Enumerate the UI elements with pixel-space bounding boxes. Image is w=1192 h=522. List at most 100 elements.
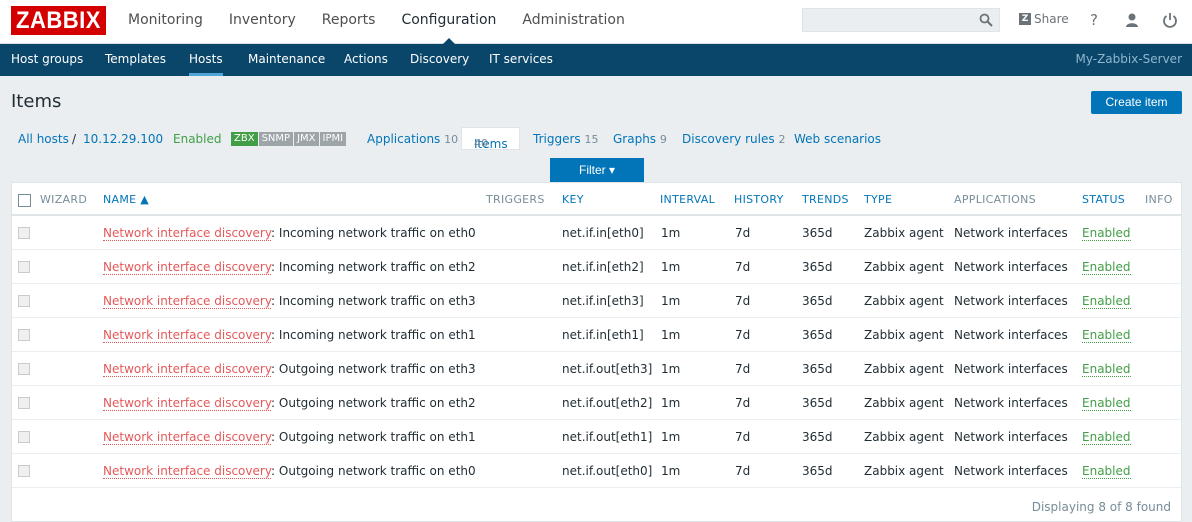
item-name-link[interactable]: : Incoming network traffic on eth0 xyxy=(271,226,476,240)
sub-nav-maintenance[interactable]: Maintenance xyxy=(248,44,325,76)
discovery-rule-link[interactable]: Network interface discovery xyxy=(103,260,272,275)
row-checkbox[interactable] xyxy=(18,261,30,273)
row-checkbox[interactable] xyxy=(18,295,30,307)
share-link[interactable]: Z Share xyxy=(1019,12,1069,26)
tab-triggers[interactable]: Triggers 15 xyxy=(533,132,598,146)
col-status[interactable]: STATUS xyxy=(1082,193,1125,206)
share-label: Share xyxy=(1034,12,1069,26)
sub-nav-host-groups[interactable]: Host groups xyxy=(11,44,83,76)
item-name-cell: Network interface discovery: Incoming ne… xyxy=(103,294,476,309)
search-icon[interactable] xyxy=(979,13,993,27)
item-history: 7d xyxy=(735,226,751,240)
item-interval: 1m xyxy=(661,362,681,376)
main-nav-administration[interactable]: Administration xyxy=(512,0,634,44)
item-status-link[interactable]: Enabled xyxy=(1082,260,1131,275)
select-all-checkbox[interactable] xyxy=(18,194,31,207)
item-interval: 1m xyxy=(661,328,681,342)
discovery-rule-link[interactable]: Network interface discovery xyxy=(103,362,272,377)
breadcrumb-separator: / xyxy=(72,132,77,146)
item-history: 7d xyxy=(735,260,751,274)
item-name-cell: Network interface discovery: Incoming ne… xyxy=(103,328,476,343)
tab-items[interactable]: Items 40 xyxy=(461,127,520,151)
row-checkbox[interactable] xyxy=(18,465,30,477)
main-nav-inventory[interactable]: Inventory xyxy=(219,0,306,44)
sub-nav-discovery[interactable]: Discovery xyxy=(410,44,469,76)
item-status-link[interactable]: Enabled xyxy=(1082,396,1131,411)
main-nav-monitoring[interactable]: Monitoring xyxy=(118,0,213,44)
tab-web-scenarios[interactable]: Web scenarios xyxy=(794,132,881,146)
row-checkbox[interactable] xyxy=(18,397,30,409)
item-applications: Network interfaces xyxy=(954,430,1068,444)
item-interval: 1m xyxy=(661,396,681,410)
item-name-link[interactable]: : Incoming network traffic on eth1 xyxy=(271,328,476,342)
item-name-link[interactable]: : Incoming network traffic on eth2 xyxy=(271,260,476,274)
host-status-link[interactable]: Enabled xyxy=(173,132,222,146)
col-type[interactable]: TYPE xyxy=(864,193,892,206)
table-row: Network interface discovery: Incoming ne… xyxy=(12,318,1181,352)
table-row: Network interface discovery: Outgoing ne… xyxy=(12,386,1181,420)
item-status-link[interactable]: Enabled xyxy=(1082,294,1131,309)
item-name-link[interactable]: : Outgoing network traffic on eth1 xyxy=(271,430,476,444)
row-checkbox[interactable] xyxy=(18,329,30,341)
zbx-badge: ZBX xyxy=(231,132,258,146)
col-history[interactable]: HISTORY xyxy=(734,193,784,206)
discovery-rule-link[interactable]: Network interface discovery xyxy=(103,226,272,241)
table-row: Network interface discovery: Incoming ne… xyxy=(12,250,1181,284)
host-link[interactable]: 10.12.29.100 xyxy=(83,132,163,146)
sub-nav-actions[interactable]: Actions xyxy=(344,44,388,76)
item-status-link[interactable]: Enabled xyxy=(1082,430,1131,445)
item-trends: 365d xyxy=(802,396,833,410)
all-hosts-link[interactable]: All hosts xyxy=(18,132,69,146)
discovery-rule-link[interactable]: Network interface discovery xyxy=(103,328,272,343)
item-name-cell: Network interface discovery: Incoming ne… xyxy=(103,226,476,241)
item-history: 7d xyxy=(735,430,751,444)
item-name-link[interactable]: : Outgoing network traffic on eth3 xyxy=(271,362,476,376)
discovery-rule-link[interactable]: Network interface discovery xyxy=(103,396,272,411)
discovery-rule-link[interactable]: Network interface discovery xyxy=(103,464,272,479)
sub-nav-it-services[interactable]: IT services xyxy=(489,44,553,76)
top-header: ZABBIX Monitoring Inventory Reports Conf… xyxy=(0,0,1192,44)
sub-nav-hosts[interactable]: Hosts xyxy=(189,44,223,76)
table-row: Network interface discovery: Outgoing ne… xyxy=(12,420,1181,454)
item-status-link[interactable]: Enabled xyxy=(1082,464,1131,479)
user-profile-icon[interactable] xyxy=(1123,11,1141,29)
item-status-link[interactable]: Enabled xyxy=(1082,328,1131,343)
col-trends[interactable]: TRENDS xyxy=(802,193,849,206)
availability-badges: ZBX SNMP JMX IPMI xyxy=(231,132,347,146)
col-wizard: WIZARD xyxy=(40,193,88,206)
item-name-link[interactable]: : Incoming network traffic on eth3 xyxy=(271,294,476,308)
row-checkbox[interactable] xyxy=(18,363,30,375)
discovery-rule-link[interactable]: Network interface discovery xyxy=(103,430,272,445)
col-name[interactable]: NAME ▲ xyxy=(103,193,149,206)
item-status-link[interactable]: Enabled xyxy=(1082,362,1131,377)
help-icon[interactable]: ? xyxy=(1085,11,1103,29)
zabbix-logo[interactable]: ZABBIX xyxy=(11,6,106,35)
item-name-link[interactable]: : Outgoing network traffic on eth0 xyxy=(271,464,476,478)
row-checkbox[interactable] xyxy=(18,431,30,443)
tab-graphs[interactable]: Graphs 9 xyxy=(613,132,667,146)
item-name-link[interactable]: : Outgoing network traffic on eth2 xyxy=(271,396,476,410)
tab-discovery-rules[interactable]: Discovery rules 2 xyxy=(682,132,785,146)
discovery-rule-link[interactable]: Network interface discovery xyxy=(103,294,272,309)
row-checkbox[interactable] xyxy=(18,227,30,239)
tab-applications[interactable]: Applications 10 xyxy=(367,132,458,146)
item-interval: 1m xyxy=(661,260,681,274)
search-input[interactable] xyxy=(802,8,1000,32)
item-trends: 365d xyxy=(802,294,833,308)
col-triggers: TRIGGERS xyxy=(486,193,545,206)
create-item-button[interactable]: Create item xyxy=(1091,91,1182,114)
item-history: 7d xyxy=(735,396,751,410)
sub-nav-templates[interactable]: Templates xyxy=(105,44,166,76)
col-key[interactable]: KEY xyxy=(562,193,584,206)
item-key: net.if.out[eth3] xyxy=(562,362,653,376)
item-type: Zabbix agent xyxy=(864,430,944,444)
paging-summary: Displaying 8 of 8 found xyxy=(1031,500,1171,514)
main-nav-reports[interactable]: Reports xyxy=(312,0,386,44)
server-name: My-Zabbix-Server xyxy=(1075,52,1183,66)
sign-out-icon[interactable] xyxy=(1161,11,1179,29)
col-interval[interactable]: INTERVAL xyxy=(660,193,715,206)
main-nav-configuration[interactable]: Configuration xyxy=(391,0,506,44)
item-key: net.if.in[eth0] xyxy=(562,226,644,240)
filter-toggle-button[interactable]: Filter ▾ xyxy=(550,158,644,182)
item-status-link[interactable]: Enabled xyxy=(1082,226,1131,241)
